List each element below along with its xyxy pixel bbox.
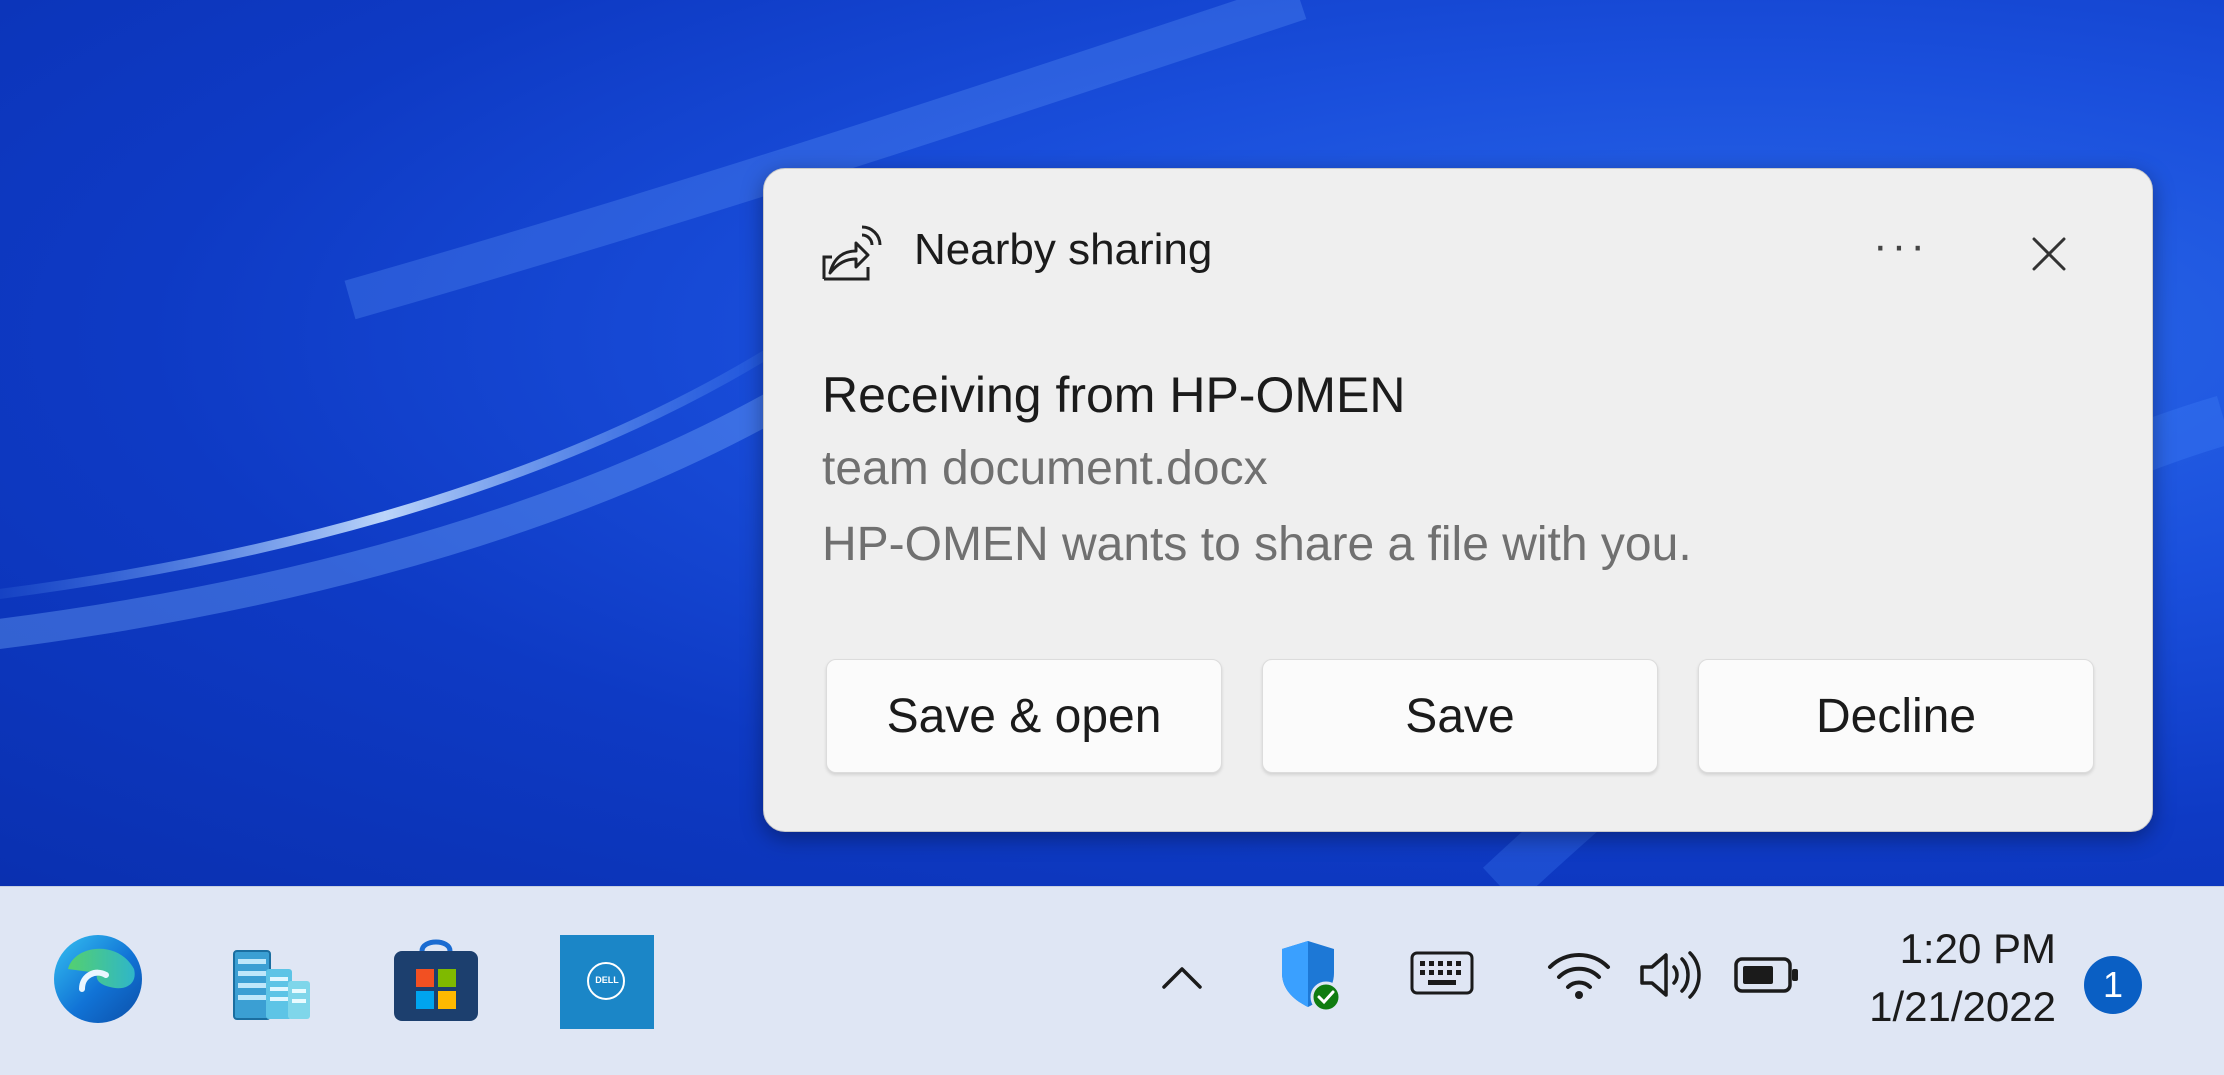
microsoft-store-icon[interactable] [386,929,486,1029]
save-and-open-button[interactable]: Save & open [826,659,1222,773]
server-manager-icon[interactable] [220,929,320,1029]
clock-date[interactable]: 1/21/2022 [1830,983,2056,1031]
volume-icon[interactable] [1636,945,1706,1005]
edge-icon[interactable] [48,929,148,1029]
notification-center-badge[interactable]: 1 [2084,956,2142,1014]
wifi-icon[interactable] [1544,947,1614,1003]
nearby-sharing-notification: Nearby sharing ··· Receiving from HP-OME… [763,168,2153,832]
nearby-sharing-icon [822,225,882,281]
dell-logo-text: DELL [595,975,619,985]
more-options-button[interactable]: ··· [1864,221,1938,281]
save-button[interactable]: Save [1262,659,1658,773]
notification-title: Receiving from HP-OMEN [822,367,1406,423]
windows-security-icon[interactable] [1268,935,1348,1015]
close-icon[interactable] [2014,219,2084,289]
shared-file-name: team document.docx [822,442,1268,495]
notification-body: HP-OMEN wants to share a file with you. [822,518,1692,571]
clock-time[interactable]: 1:20 PM [1860,925,2056,973]
dell-icon[interactable]: DELL [560,935,654,1029]
decline-button[interactable]: Decline [1698,659,2094,773]
chevron-up-icon[interactable] [1152,949,1212,1009]
touch-keyboard-icon[interactable] [1408,947,1476,999]
notification-app-name: Nearby sharing [914,225,1213,274]
battery-icon[interactable] [1732,953,1802,997]
taskbar: DELL 1:20 PM 1/21/2022 1 [0,886,2224,1075]
